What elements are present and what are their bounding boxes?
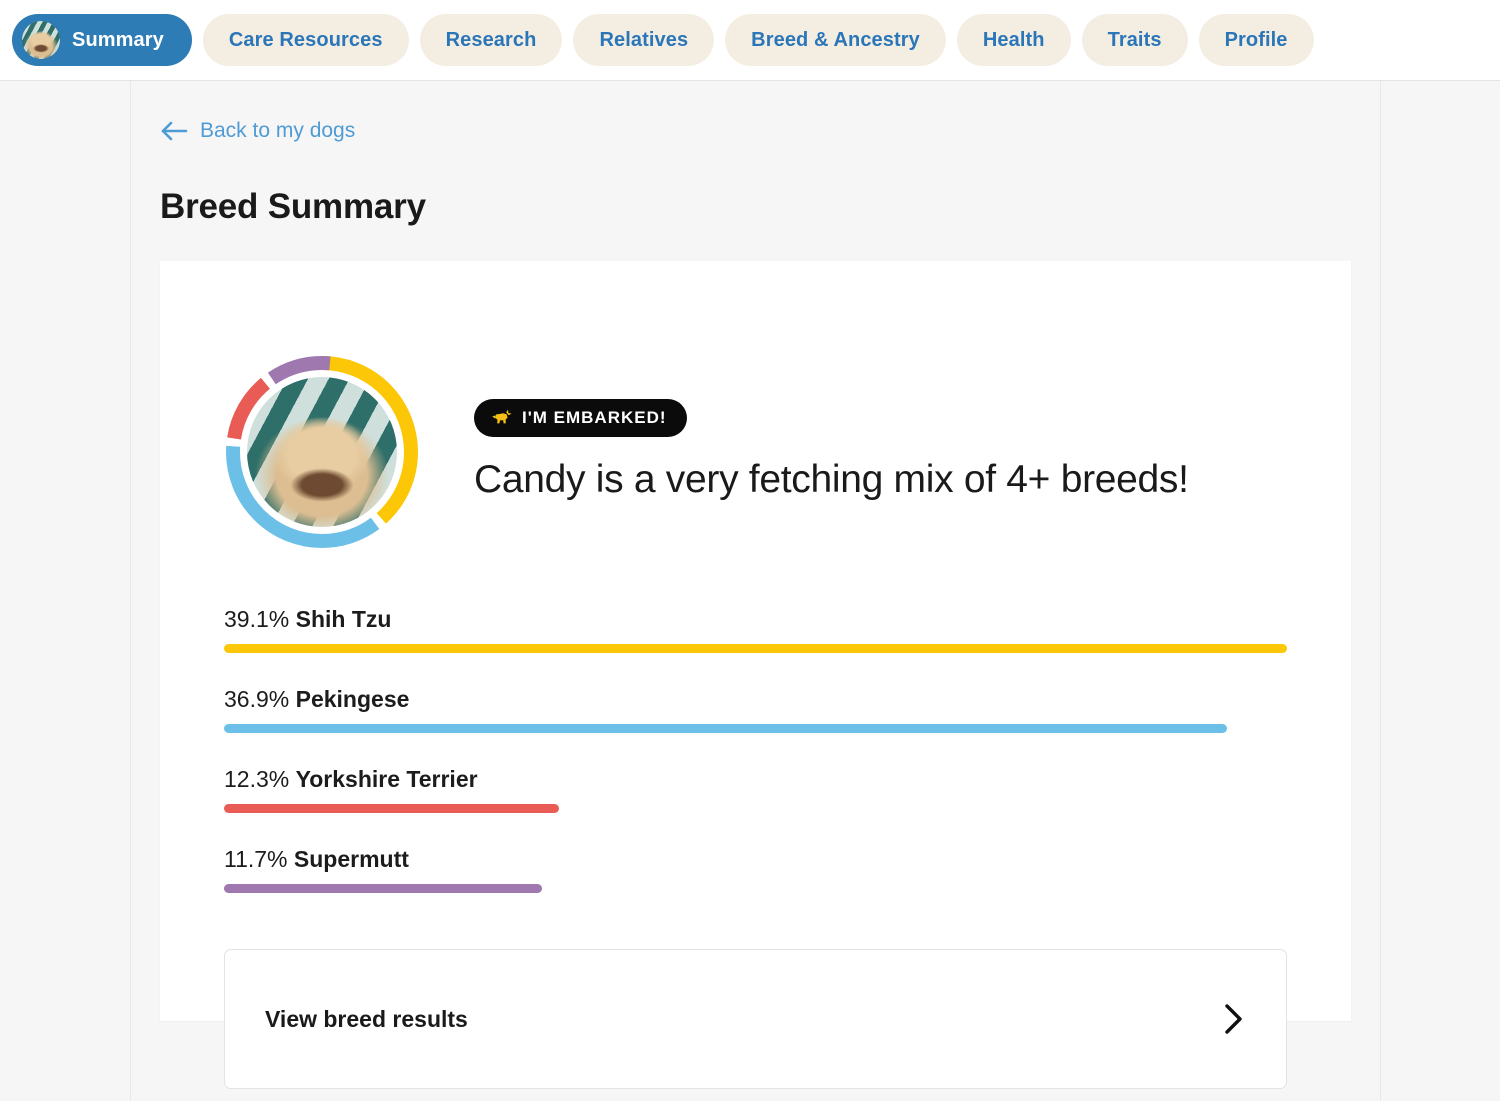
tab-relatives[interactable]: Relatives — [573, 14, 715, 66]
dog-star-icon — [492, 409, 512, 423]
breed-bar — [224, 804, 559, 813]
main-navigation: Summary Care Resources Research Relative… — [0, 0, 1500, 81]
breed-label: 36.9% Pekingese — [224, 686, 1287, 713]
breed-breakdown-list: 39.1% Shih Tzu 36.9% Pekingese 12.3% Yor… — [224, 606, 1287, 893]
breed-bar-track — [224, 884, 1287, 893]
breed-label: 12.3% Yorkshire Terrier — [224, 766, 1287, 793]
dog-photo-icon — [247, 377, 397, 527]
breed-row: 39.1% Shih Tzu — [224, 606, 1287, 653]
breed-bar — [224, 644, 1287, 653]
view-breed-results-button[interactable]: View breed results — [224, 949, 1287, 1089]
breed-percent: 36.9% — [224, 686, 290, 712]
tab-summary[interactable]: Summary — [12, 14, 192, 66]
breed-percent: 11.7% — [224, 846, 288, 872]
tab-breed-and-ancestry[interactable]: Breed & Ancestry — [725, 14, 946, 66]
breed-bar-track — [224, 644, 1287, 653]
breed-bar-track — [224, 804, 1287, 813]
breed-name: Yorkshire Terrier — [295, 766, 478, 792]
badge-label: I'M EMBARKED! — [522, 407, 667, 427]
tab-label: Breed & Ancestry — [751, 28, 920, 51]
breed-percent: 39.1% — [224, 606, 290, 632]
left-gutter — [0, 81, 131, 1101]
breed-donut-chart — [224, 354, 420, 550]
tab-label: Traits — [1107, 28, 1162, 51]
back-link-label: Back to my dogs — [200, 119, 356, 142]
breed-row: 36.9% Pekingese — [224, 686, 1287, 733]
breed-summary-card: I'M EMBARKED! Candy is a very fetching m… — [160, 261, 1351, 1089]
tab-label: Research — [445, 28, 537, 51]
right-gutter — [1380, 81, 1500, 1101]
tab-label: Health — [982, 28, 1045, 51]
dog-avatar-icon — [22, 21, 60, 59]
hero-section: I'M EMBARKED! Candy is a very fetching m… — [224, 261, 1287, 550]
tab-profile[interactable]: Profile — [1198, 14, 1314, 66]
back-to-my-dogs-link[interactable]: Back to my dogs — [160, 81, 355, 143]
breed-name: Shih Tzu — [295, 606, 392, 632]
tab-traits[interactable]: Traits — [1081, 14, 1188, 66]
tab-health[interactable]: Health — [956, 14, 1071, 66]
tab-research[interactable]: Research — [419, 14, 563, 66]
breed-bar — [224, 724, 1228, 733]
hero-text: I'M EMBARKED! Candy is a very fetching m… — [474, 398, 1189, 506]
view-breed-results-label: View breed results — [265, 1005, 468, 1032]
tab-label: Summary — [72, 28, 164, 51]
page-title: Breed Summary — [160, 187, 426, 226]
breed-bar — [224, 884, 542, 893]
breed-label: 39.1% Shih Tzu — [224, 606, 1287, 633]
hero-headline: Candy is a very fetching mix of 4+ breed… — [474, 457, 1189, 501]
tab-label: Relatives — [599, 28, 689, 51]
tab-care-resources[interactable]: Care Resources — [202, 14, 409, 66]
arrow-left-icon — [161, 121, 188, 141]
tab-label: Care Resources — [228, 28, 383, 51]
content-column: Back to my dogs Breed Summary I'M EMBARK… — [131, 81, 1380, 1101]
breed-name: Supermutt — [293, 846, 409, 872]
page-body: Back to my dogs Breed Summary I'M EMBARK… — [0, 81, 1500, 1101]
breed-row: 12.3% Yorkshire Terrier — [224, 766, 1287, 813]
breed-label: 11.7% Supermutt — [224, 846, 1287, 873]
chevron-right-icon — [1225, 1004, 1242, 1034]
breed-row: 11.7% Supermutt — [224, 846, 1287, 893]
breed-name: Pekingese — [295, 686, 410, 712]
breed-percent: 12.3% — [224, 766, 290, 792]
tab-label: Profile — [1224, 28, 1288, 51]
breed-bar-track — [224, 724, 1287, 733]
status-badge: I'M EMBARKED! — [474, 398, 687, 437]
